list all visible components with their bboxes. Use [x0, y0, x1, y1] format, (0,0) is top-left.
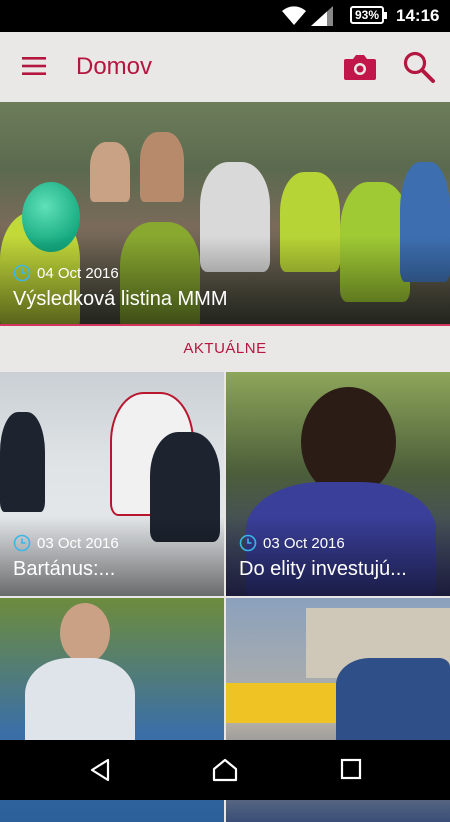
crowd-figure [90, 142, 130, 202]
app-bar: Domov [0, 32, 450, 102]
person-figure [60, 603, 110, 663]
battery-icon: 93% [350, 6, 387, 24]
navigation-bar [0, 740, 450, 800]
clock-icon [13, 534, 31, 552]
wifi-icon [282, 6, 306, 26]
barrier [226, 683, 336, 723]
featured-headline: Výsledková listina MMM [13, 288, 228, 310]
clock-icon [239, 534, 257, 552]
battery-level: 93% [354, 8, 380, 22]
search-icon[interactable] [402, 50, 436, 84]
crowd-figure [140, 132, 184, 202]
page-title: Domov [76, 53, 153, 80]
featured-article[interactable]: 04 Oct 2016 Výsledková listina MMM [0, 102, 450, 326]
signal-icon [311, 6, 333, 26]
camera-icon[interactable] [343, 53, 377, 81]
clock-icon [13, 264, 31, 282]
featured-meta: 04 Oct 2016 [13, 264, 119, 282]
menu-icon[interactable] [22, 56, 48, 76]
person-figure [25, 658, 135, 748]
status-bar: 93% 14:16 [0, 0, 450, 32]
player-figure [0, 412, 45, 512]
back-icon[interactable] [88, 758, 112, 782]
featured-date: 04 Oct 2016 [37, 264, 119, 282]
article-card[interactable]: 03 Oct 2016 Do elity investujú... [226, 372, 450, 596]
car [336, 658, 450, 748]
person-figure [301, 387, 396, 497]
article-date: 03 Oct 2016 [263, 534, 345, 552]
home-icon[interactable] [212, 758, 238, 782]
section-header[interactable]: AKTUÁLNE [0, 326, 450, 372]
article-card[interactable]: 03 Oct 2016 Bartánus:... [0, 372, 224, 596]
recents-icon[interactable] [340, 758, 362, 780]
article-headline: Bartánus:... [13, 558, 116, 580]
clock: 14:16 [396, 6, 440, 25]
article-date: 03 Oct 2016 [37, 534, 119, 552]
article-headline: Do elity investujú... [239, 558, 407, 580]
